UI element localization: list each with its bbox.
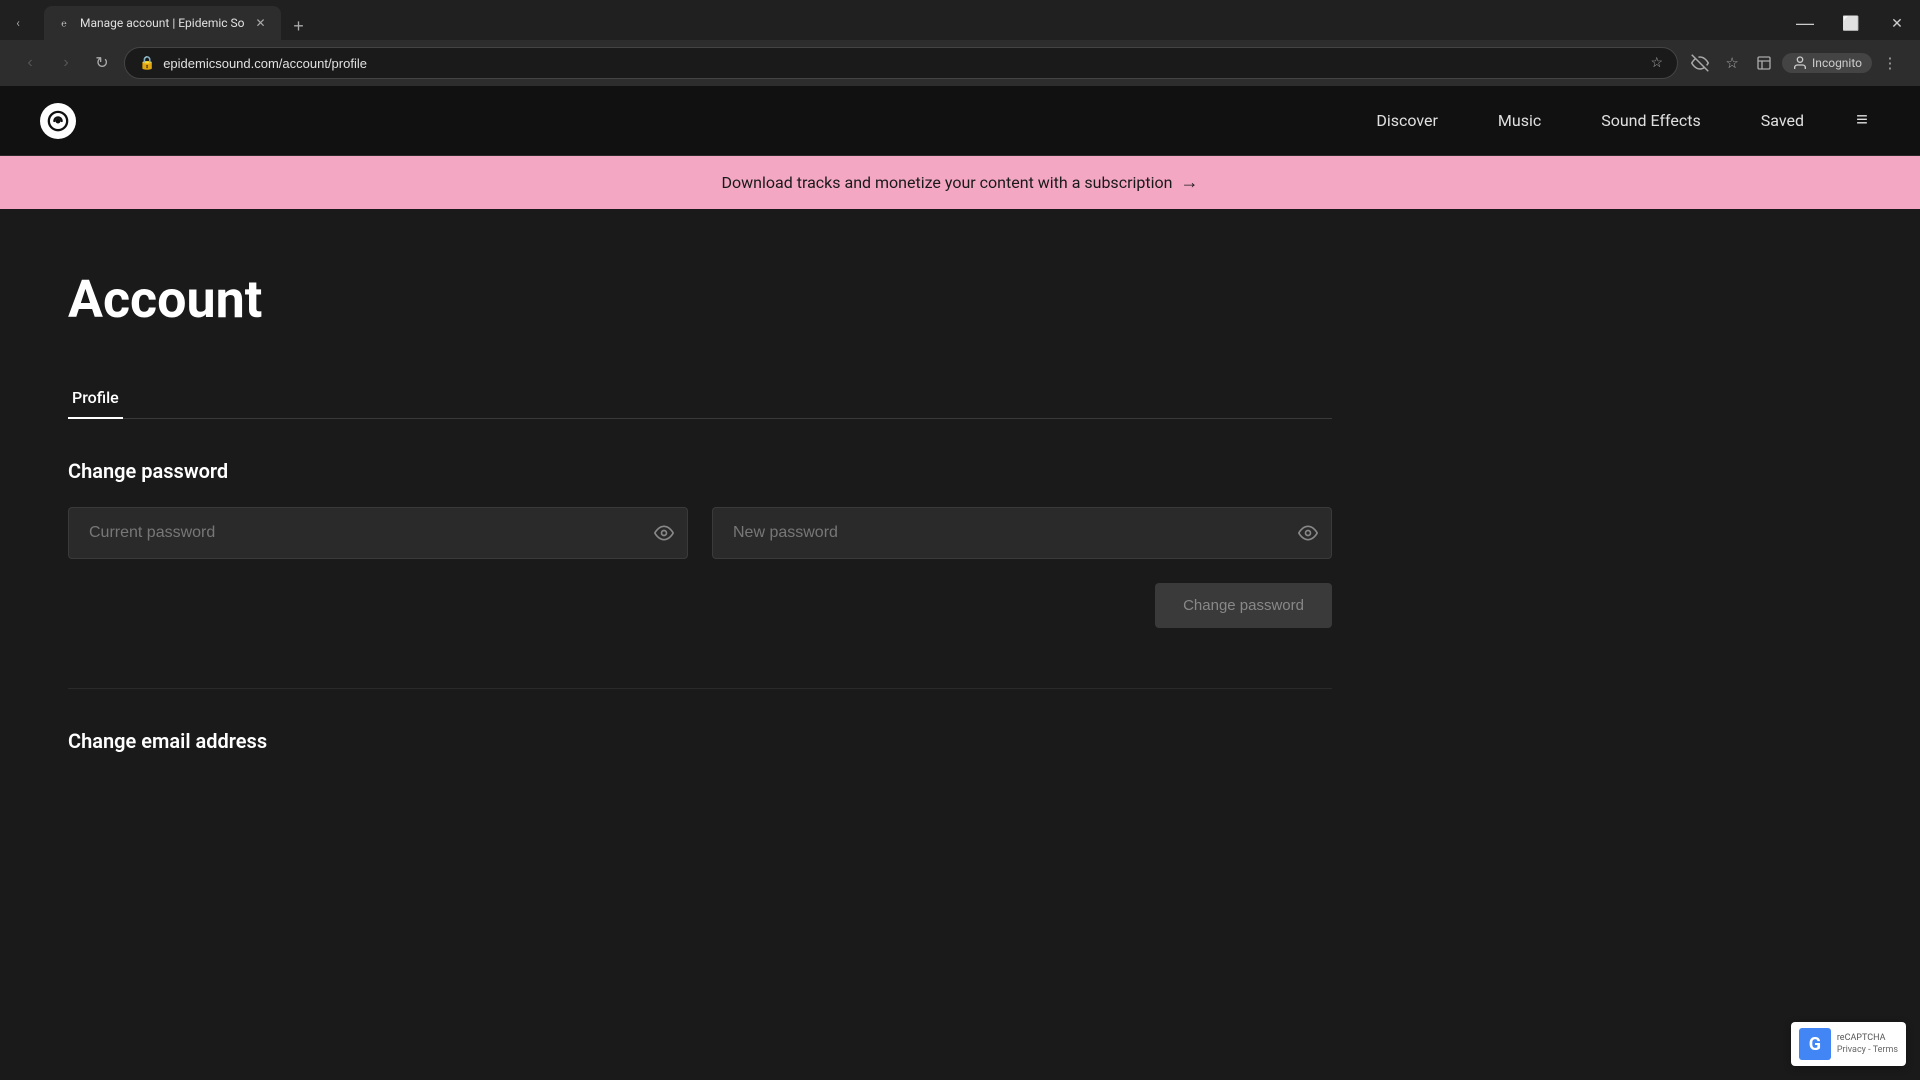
tab-profile[interactable]: Profile [68, 378, 123, 419]
eye-off-icon[interactable] [1686, 49, 1714, 77]
tab-title: Manage account | Epidemic So [80, 16, 245, 30]
page-title: Account [68, 269, 1332, 330]
recaptcha-logo: G [1799, 1028, 1831, 1060]
main-content: Account Profile Change password [0, 209, 1400, 813]
nav-discover[interactable]: Discover [1376, 111, 1438, 130]
address-bar[interactable]: 🔒 ☆ [124, 47, 1678, 79]
hamburger-button[interactable]: ≡ [1844, 103, 1880, 139]
minimize-button[interactable]: — [1782, 7, 1828, 39]
promo-arrow-icon: → [1180, 172, 1198, 193]
recaptcha-badge: G reCAPTCHA Privacy - Terms [1791, 1022, 1906, 1066]
recaptcha-line1: reCAPTCHA [1837, 1033, 1898, 1045]
active-tab[interactable]: ℮ Manage account | Epidemic So ✕ [44, 6, 281, 40]
tab-favicon: ℮ [56, 15, 72, 31]
refresh-button[interactable]: ↻ [88, 49, 116, 77]
maximize-button[interactable]: ⬜ [1828, 7, 1874, 39]
recaptcha-text: reCAPTCHA Privacy - Terms [1837, 1033, 1898, 1055]
bookmark-icon: ☆ [1650, 55, 1663, 71]
section-divider [68, 688, 1332, 689]
nav-sound-effects[interactable]: Sound Effects [1601, 111, 1701, 130]
change-password-button[interactable]: Change password [1155, 583, 1332, 628]
logo-icon [40, 103, 76, 139]
incognito-label: Incognito [1812, 56, 1862, 70]
recaptcha-line2[interactable]: Privacy - Terms [1837, 1045, 1898, 1055]
site-nav: Discover Music Sound Effects Saved ≡ [0, 86, 1920, 156]
site-logo[interactable] [40, 103, 76, 139]
tab-scroll-back[interactable]: ‹ [8, 13, 28, 33]
back-button[interactable]: ‹ [16, 49, 44, 77]
change-password-row: Change password [68, 583, 1332, 628]
close-button[interactable]: ✕ [1874, 7, 1920, 39]
nav-music[interactable]: Music [1498, 111, 1541, 130]
new-password-eye-icon[interactable] [1298, 523, 1318, 543]
browser-toolbar: ‹ › ↻ 🔒 ☆ ☆ [0, 40, 1920, 86]
site-content: Discover Music Sound Effects Saved ≡ Dow… [0, 86, 1920, 813]
change-password-section: Change password [68, 459, 1332, 628]
svg-text:℮: ℮ [61, 19, 66, 29]
promo-banner-text: Download tracks and monetize your conten… [722, 173, 1173, 192]
tab-close-button[interactable]: ✕ [253, 15, 269, 31]
star-icon[interactable]: ☆ [1718, 49, 1746, 77]
promo-banner[interactable]: Download tracks and monetize your conten… [0, 156, 1920, 209]
toolbar-actions: ☆ Incognito ⋮ [1686, 49, 1904, 77]
new-tab-button[interactable]: + [285, 12, 313, 40]
browser-titlebar: ‹ ℮ Manage account | Epidemic So ✕ + — ⬜… [0, 0, 1920, 40]
current-password-wrapper [68, 507, 688, 559]
lock-icon: 🔒 [139, 56, 155, 71]
nav-saved[interactable]: Saved [1761, 111, 1804, 130]
menu-dots-icon[interactable]: ⋮ [1876, 49, 1904, 77]
new-password-wrapper [712, 507, 1332, 559]
forward-button[interactable]: › [52, 49, 80, 77]
new-password-input[interactable] [712, 507, 1332, 559]
current-password-input[interactable] [68, 507, 688, 559]
extension-icon[interactable] [1750, 49, 1778, 77]
browser-tabs: ℮ Manage account | Epidemic So ✕ + [36, 6, 1782, 40]
browser-chrome: ‹ ℮ Manage account | Epidemic So ✕ + — ⬜… [0, 0, 1920, 86]
change-password-title: Change password [68, 459, 1332, 483]
url-input[interactable] [163, 56, 1642, 71]
password-fields [68, 507, 1332, 559]
change-email-title: Change email address [68, 729, 1332, 753]
nav-links: Discover Music Sound Effects Saved [1376, 111, 1804, 130]
change-email-section: Change email address [68, 729, 1332, 753]
incognito-badge[interactable]: Incognito [1782, 53, 1872, 73]
profile-tabs: Profile [68, 378, 1332, 419]
current-password-eye-icon[interactable] [654, 523, 674, 543]
